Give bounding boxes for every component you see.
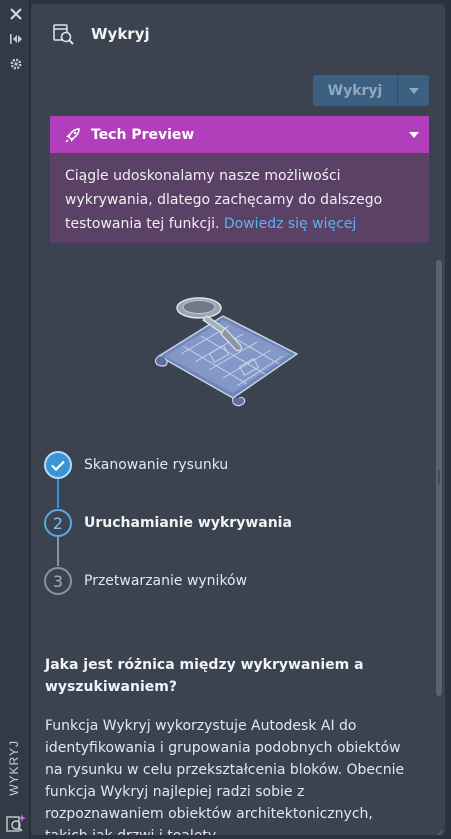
step-number: 3 <box>44 567 72 595</box>
collapse-icon[interactable] <box>8 31 24 47</box>
chevron-down-icon[interactable] <box>399 131 429 138</box>
settings-gear-icon[interactable] <box>8 56 24 72</box>
tech-preview-banner: Tech Preview Ciągle udoskonalamy nasze m… <box>50 116 429 243</box>
palette-vertical-title: WYKRYJ <box>7 740 21 796</box>
step-process: 3 Przetwarzanie wyników <box>44 567 247 595</box>
close-icon[interactable] <box>8 6 24 22</box>
detect-palette: Wykryj Wykryj Tech Preview Ciągle udosko… <box>31 4 445 835</box>
chevron-down-icon <box>408 87 419 94</box>
learn-more-link[interactable]: Dowiedz się więcej <box>224 216 356 232</box>
step-detect: 2 Uruchamianie wykrywania <box>44 509 292 537</box>
drawing-scan-illustration <box>151 294 301 410</box>
step-label: Przetwarzanie wyników <box>84 573 248 589</box>
detect-options-button[interactable] <box>397 75 429 106</box>
palette-header: Wykryj <box>31 4 445 64</box>
step-connector <box>57 537 59 566</box>
step-label: Uruchamianie wykrywania <box>84 515 292 531</box>
detect-button[interactable]: Wykryj <box>313 75 397 106</box>
faq-section: Jaka jest różnica między wykrywaniem a w… <box>45 654 415 835</box>
tech-preview-title: Tech Preview <box>91 126 195 143</box>
page-title: Wykryj <box>91 25 150 43</box>
step-number: 2 <box>44 509 72 537</box>
detect-split-button: Wykryj <box>313 75 429 106</box>
step-scan: Skanowanie rysunku <box>44 451 228 479</box>
rocket-icon <box>64 126 82 144</box>
resize-grip-icon[interactable] <box>433 823 443 835</box>
detect-ai-icon[interactable] <box>5 812 27 834</box>
check-icon <box>44 451 72 479</box>
tech-preview-message: Ciągle udoskonalamy nasze możliwości wyk… <box>50 153 429 236</box>
tech-preview-header[interactable]: Tech Preview <box>50 116 429 153</box>
palette-strip: WYKRYJ <box>0 0 30 839</box>
faq-answer: Funkcja Wykryj wykorzystuje Autodesk AI … <box>45 718 405 835</box>
scrollbar-grip <box>438 470 440 484</box>
detect-icon <box>51 21 77 47</box>
step-connector <box>57 479 59 508</box>
scrollbar[interactable] <box>436 260 442 832</box>
step-label: Skanowanie rysunku <box>84 457 229 473</box>
faq-question: Jaka jest różnica między wykrywaniem a w… <box>45 657 364 695</box>
